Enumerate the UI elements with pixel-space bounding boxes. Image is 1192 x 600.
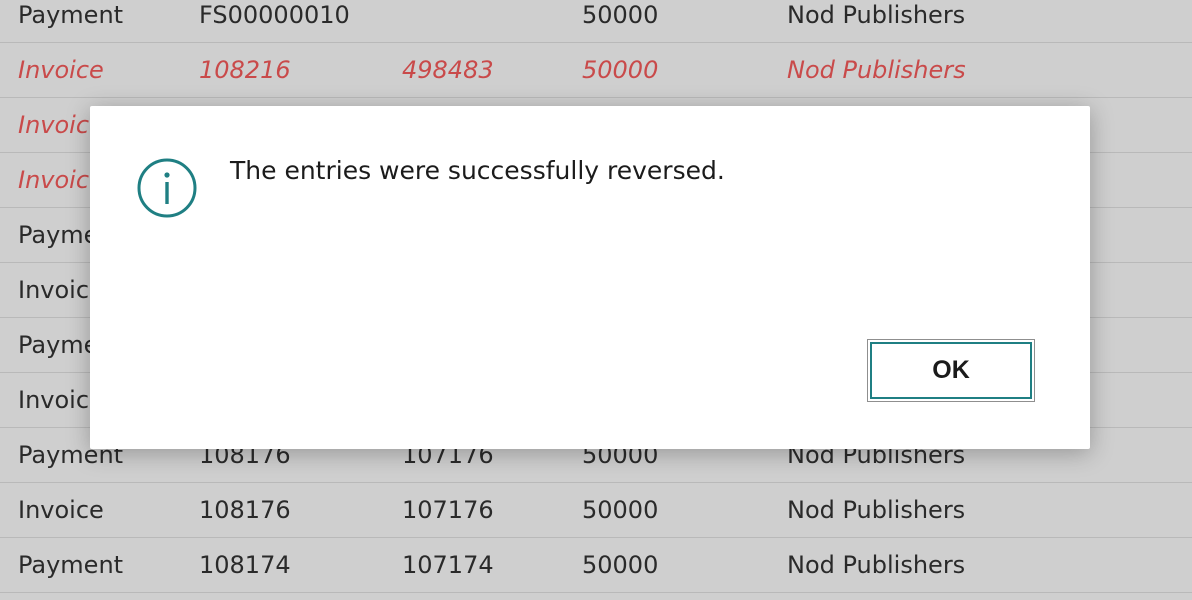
info-icon — [136, 157, 198, 219]
ok-button[interactable]: OK — [867, 339, 1035, 402]
ok-button-label: OK — [870, 342, 1032, 399]
modal-overlay: The entries were successfully reversed. … — [0, 0, 1192, 600]
message-dialog: The entries were successfully reversed. … — [90, 106, 1090, 449]
dialog-message: The entries were successfully reversed. — [230, 156, 725, 185]
app-stage: Payment FS00000010 50000 Nod Publishers Invo… — [0, 0, 1192, 600]
